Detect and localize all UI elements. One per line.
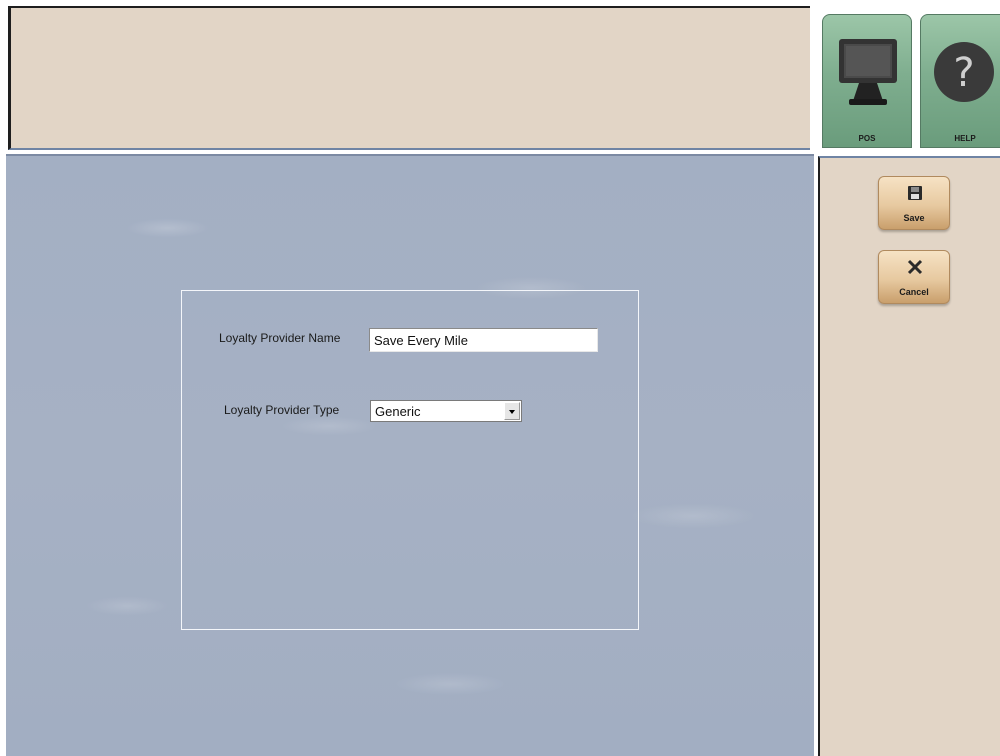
question-mark-icon: ? — [934, 42, 994, 102]
pos-button-label: POS — [858, 134, 876, 143]
floppy-disk-icon — [908, 186, 922, 200]
help-button[interactable]: ? HELP — [920, 14, 1000, 148]
help-button-label: HELP — [954, 134, 976, 143]
loyalty-provider-type-select[interactable]: Generic — [370, 400, 522, 422]
loyalty-provider-name-input[interactable] — [369, 328, 598, 352]
pos-button[interactable]: POS — [822, 14, 912, 148]
svg-text:?: ? — [953, 50, 974, 96]
cancel-button-label: Cancel — [899, 287, 929, 297]
work-area: Loyalty Provider Name Loyalty Provider T… — [6, 154, 814, 756]
save-button[interactable]: Save — [878, 176, 950, 230]
monitor-icon — [839, 39, 897, 105]
loyalty-provider-type-label: Loyalty Provider Type — [224, 403, 340, 417]
message-banner — [8, 6, 810, 150]
save-button-label: Save — [903, 213, 925, 223]
x-icon — [907, 259, 923, 275]
loyalty-provider-form: Loyalty Provider Name Loyalty Provider T… — [181, 290, 639, 630]
application-screen: POS ? HELP Loyalty Provider Name Loyalty… — [0, 0, 1000, 756]
dropdown-arrow-icon[interactable] — [504, 402, 520, 420]
action-panel — [818, 156, 1000, 756]
loyalty-provider-type-value: Generic — [375, 404, 421, 419]
cancel-button[interactable]: Cancel — [878, 250, 950, 304]
loyalty-provider-name-label: Loyalty Provider Name — [219, 331, 341, 345]
